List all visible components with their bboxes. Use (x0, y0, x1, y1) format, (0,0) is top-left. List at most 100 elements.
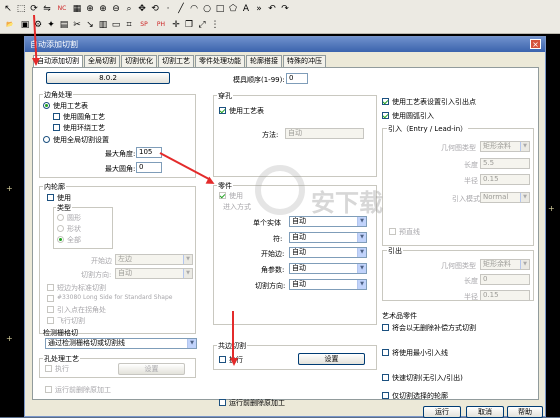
sp-icon[interactable]: SP (136, 19, 152, 31)
corner-group-title: 边角处理 (43, 90, 73, 100)
sheet-icon[interactable]: ▤ (58, 19, 70, 31)
hole-exec-checkbox[interactable] (45, 365, 52, 372)
part-use-checkbox[interactable] (219, 192, 226, 199)
save-icon[interactable]: ▣ (19, 19, 31, 31)
common-exec-checkbox[interactable] (219, 356, 226, 363)
max-radius-input[interactable]: 0 (136, 162, 162, 173)
part-cut-dir-label: 切割方向: (255, 282, 286, 290)
mirror-icon[interactable]: ⇋ (41, 3, 53, 15)
lead-icon[interactable]: ↘ (84, 19, 96, 31)
circle-icon[interactable]: ○ (201, 3, 213, 15)
pierce-use-table-checkbox[interactable] (219, 107, 226, 114)
max-angle-input[interactable]: 105 (136, 147, 162, 158)
move-icon[interactable]: ✛ (170, 19, 182, 31)
line-icon[interactable]: ╱ (175, 3, 187, 15)
rect-icon[interactable]: □ (214, 3, 226, 15)
zoom-out-icon[interactable]: ⊖ (110, 3, 122, 15)
polygon-icon[interactable]: ⬠ (227, 3, 239, 15)
open-icon[interactable]: 📂 (2, 19, 18, 31)
inner-cut-dir-label: 切割方向: (81, 271, 112, 279)
pan-icon[interactable]: ✥ (136, 3, 148, 15)
out-length-input[interactable]: 0 (480, 274, 530, 285)
type-round-radio[interactable] (57, 214, 64, 221)
cursor-icon[interactable]: ↖ (2, 3, 14, 15)
array-icon[interactable]: ⋮ (209, 19, 221, 31)
refresh-icon[interactable]: ⟲ (149, 3, 161, 15)
out-radius-input[interactable]: 0.15 (480, 290, 530, 301)
zoom-icon[interactable]: ⊕ (84, 3, 96, 15)
run-before-remove-label: 运行前删除原加工 (229, 399, 285, 407)
opt-long-side-checkbox[interactable] (47, 295, 54, 302)
copy-icon[interactable]: ❐ (183, 19, 195, 31)
ph-icon[interactable]: PH (153, 19, 169, 31)
zoom-window-icon[interactable]: ⌕ (123, 3, 135, 15)
grid-select[interactable]: 通过检测栅格切或切割线 ▼ (45, 338, 197, 349)
zoom-in-icon[interactable]: ⊕ (97, 3, 109, 15)
module-order-input[interactable]: 0 (286, 73, 308, 84)
grid-icon[interactable]: ⌗ (123, 19, 135, 31)
common-setting-button[interactable]: 设置 (298, 353, 365, 365)
more-icon[interactable]: » (253, 3, 265, 15)
opt-short-edge-checkbox[interactable] (47, 284, 54, 291)
use-round-checkbox[interactable] (53, 113, 60, 120)
plate-icon[interactable]: ▭ (110, 19, 122, 31)
layout-icon[interactable]: ▦ (71, 3, 83, 15)
inner-cut-dir-select[interactable]: 自动 ▼ (115, 268, 193, 279)
tab-cut-process[interactable]: 切割工艺 (158, 55, 194, 67)
version-button[interactable]: 8.0.2 (46, 72, 170, 84)
arc-icon[interactable]: ◠ (188, 3, 200, 15)
use-global-radio[interactable] (43, 136, 50, 143)
geom-type-select[interactable]: 矩形余料 ▼ (480, 141, 530, 152)
art-opt1-checkbox[interactable] (382, 324, 389, 331)
use-loop-label: 使用环绕工艺 (63, 124, 105, 132)
toolbar-row-1: ↖ ⬚ ⟳ ⇋ NC ▦ ⊕ ⊕ ⊖ ⌕ ✥ ⟲ · ╱ ◠ ○ □ ⬠ A» ↶ ↷ (2, 1, 292, 16)
cut-icon[interactable]: ✂ (71, 19, 83, 31)
part-cut-dir-select[interactable]: 自动 ▼ (289, 279, 367, 290)
text-icon[interactable]: A (240, 3, 252, 15)
run-before-remove-checkbox[interactable] (219, 399, 226, 406)
part-start-edge-select[interactable]: 自动 ▼ (289, 247, 367, 258)
run-button[interactable]: 运行 (423, 406, 461, 418)
use-table-radio[interactable] (43, 102, 50, 109)
out-geom-type-select[interactable]: 矩形余料 ▼ (480, 259, 530, 270)
use-round-lead-checkbox[interactable] (382, 112, 389, 119)
lead-radius-input[interactable]: 0.15 (480, 174, 530, 185)
use-table-lead-checkbox[interactable] (382, 98, 389, 105)
tab-part-process[interactable]: 零件处理功能 (195, 55, 245, 67)
opt-fly-cut-checkbox[interactable] (47, 317, 54, 324)
opt-corner-lead-checkbox[interactable] (47, 306, 54, 313)
lead-length-input[interactable]: 5.5 (480, 158, 530, 169)
tab-contour-overlap[interactable]: 轮廓搭接 (246, 55, 282, 67)
use-loop-checkbox[interactable] (53, 124, 60, 131)
inner-before-remove-checkbox[interactable] (45, 386, 52, 393)
redo-icon[interactable]: ↷ (279, 3, 291, 15)
lead-mode-select[interactable]: Normal ▼ (480, 192, 530, 203)
only-selected-checkbox[interactable] (382, 392, 389, 399)
inner-start-edge-select[interactable]: 左边 ▼ (115, 254, 193, 265)
type-all-radio[interactable] (57, 236, 64, 243)
close-icon[interactable]: × (530, 39, 541, 49)
inner-use-checkbox[interactable] (47, 194, 54, 201)
tab-special-punch[interactable]: 特殊的冲压 (283, 55, 326, 67)
dialog-titlebar[interactable]: 自动添加切割 × (25, 37, 545, 52)
pierce-method-input[interactable]: 自动 (285, 128, 364, 139)
hole-setting-button[interactable]: 设置 (118, 363, 185, 375)
type-shape-radio[interactable] (57, 225, 64, 232)
select-icon[interactable]: ⬚ (15, 3, 27, 15)
tab-global-cut[interactable]: 全局切割 (84, 55, 120, 67)
table-icon[interactable]: ▥ (97, 19, 109, 31)
angle-param-select[interactable]: 自动 ▼ (289, 263, 367, 274)
help-button[interactable]: 帮助 (507, 406, 543, 418)
use-table-label: 使用工艺表 (53, 102, 88, 110)
nc-icon[interactable]: NC (54, 3, 70, 15)
point-icon[interactable]: · (162, 3, 174, 15)
art-opt2-checkbox[interactable] (382, 349, 389, 356)
cancel-button[interactable]: 取消 (466, 406, 504, 418)
undo-icon[interactable]: ↶ (266, 3, 278, 15)
fast-cut-checkbox[interactable] (382, 374, 389, 381)
nest-icon[interactable]: ✦ (45, 19, 57, 31)
inner-group-title: 内轮廓 (43, 182, 66, 192)
rotate-icon[interactable]: ⟳ (28, 3, 40, 15)
tab-cut-optimize[interactable]: 切割优化 (121, 55, 157, 67)
scale-icon[interactable]: ⤢ (196, 19, 208, 31)
